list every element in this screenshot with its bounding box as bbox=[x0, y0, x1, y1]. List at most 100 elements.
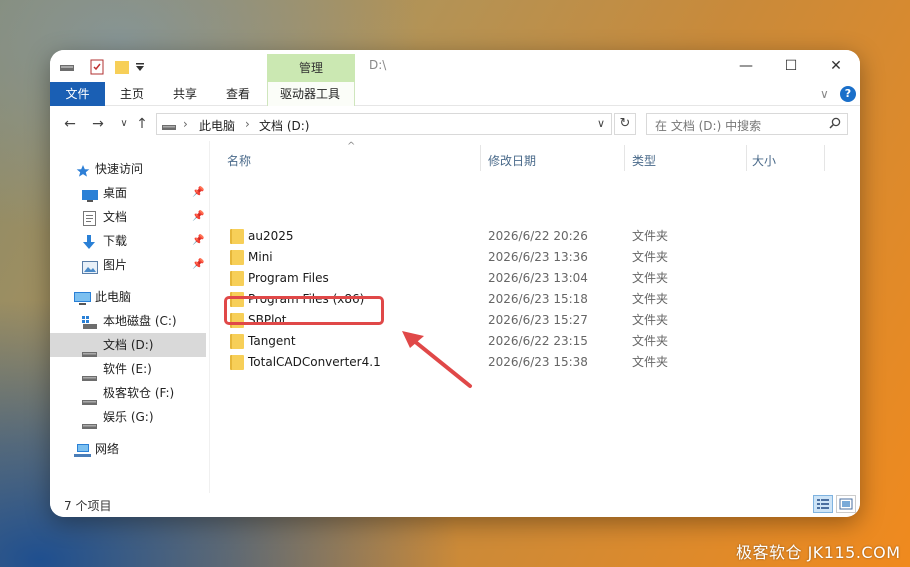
properties-icon[interactable] bbox=[90, 59, 104, 75]
watermark: 极客软仓 JK115.COM bbox=[736, 543, 901, 562]
item-count: 7 个项目 bbox=[64, 499, 112, 513]
maximize-button[interactable]: ☐ bbox=[781, 56, 801, 76]
address-dropdown-icon[interactable]: ∨ bbox=[597, 117, 605, 130]
new-folder-icon[interactable] bbox=[115, 59, 129, 75]
customize-quick-access-icon[interactable] bbox=[136, 59, 144, 75]
folder-icon bbox=[230, 334, 244, 349]
column-divider[interactable] bbox=[624, 145, 625, 171]
large-icons-view-button[interactable] bbox=[836, 495, 856, 513]
picture-icon bbox=[82, 258, 98, 274]
sidebar-item-documents[interactable]: 文档 📌 bbox=[50, 205, 206, 229]
table-row[interactable]: Mini 2026/6/23 13:36 文件夹 bbox=[226, 247, 846, 268]
sort-ascending-icon: ^ bbox=[347, 141, 356, 152]
column-divider[interactable] bbox=[746, 145, 747, 171]
pin-icon[interactable]: 📌 bbox=[192, 253, 204, 277]
tab-drive-tools[interactable]: 驱动器工具 bbox=[280, 82, 340, 106]
sidebar-item-drive-d[interactable]: 文档 (D:) bbox=[50, 333, 206, 357]
sidebar-item-label: 软件 (E:) bbox=[103, 362, 152, 376]
tab-file[interactable]: 文件 bbox=[50, 82, 105, 106]
drive-icon bbox=[162, 120, 176, 134]
file-name: TotalCADConverter4.1 bbox=[248, 355, 381, 369]
recent-locations-icon[interactable]: ∨ bbox=[116, 115, 132, 133]
close-button[interactable]: ✕ bbox=[826, 56, 846, 76]
sidebar-item-label: 桌面 bbox=[103, 186, 128, 200]
expand-ribbon-icon[interactable]: ∨ bbox=[820, 82, 829, 106]
drive-icon bbox=[82, 414, 98, 429]
tab-home[interactable]: 主页 bbox=[120, 82, 144, 106]
star-icon bbox=[76, 162, 92, 177]
file-type: 文件夹 bbox=[632, 250, 669, 264]
column-header-name[interactable]: 名称 bbox=[227, 149, 251, 173]
file-type: 文件夹 bbox=[632, 334, 669, 348]
sidebar-item-label: 文档 bbox=[103, 210, 128, 224]
sidebar-item-drive-c[interactable]: 本地磁盘 (C:) bbox=[50, 309, 206, 333]
window-title: D:\ bbox=[369, 58, 387, 72]
navigation-pane: 快速访问 桌面 📌 文档 📌 下载 📌 图片 📌 此电脑 本地磁盘 (C:) 文… bbox=[50, 141, 210, 493]
sidebar-item-network[interactable]: 网络 bbox=[50, 437, 206, 461]
table-row[interactable]: au2025 2026/6/22 20:26 文件夹 bbox=[226, 226, 846, 247]
table-row[interactable]: Tangent 2026/6/22 23:15 文件夹 bbox=[226, 331, 846, 352]
back-button[interactable]: ← bbox=[62, 115, 78, 133]
sidebar-item-drive-e[interactable]: 软件 (E:) bbox=[50, 357, 206, 381]
ribbon-tabs: 文件 主页 共享 查看 驱动器工具 ∨ ? bbox=[50, 82, 860, 106]
sidebar-item-label: 此电脑 bbox=[95, 290, 132, 304]
folder-icon bbox=[230, 250, 244, 265]
tab-share[interactable]: 共享 bbox=[173, 82, 197, 106]
desktop-icon bbox=[82, 186, 98, 202]
file-type: 文件夹 bbox=[632, 271, 669, 285]
computer-icon bbox=[74, 290, 91, 305]
status-bar: 7 个项目 bbox=[50, 493, 860, 517]
column-divider[interactable] bbox=[480, 145, 481, 171]
sidebar-item-drive-g[interactable]: 娱乐 (G:) bbox=[50, 405, 206, 429]
column-header-date[interactable]: 修改日期 bbox=[488, 149, 536, 173]
search-input[interactable]: 在 文档 (D:) 中搜索 bbox=[646, 113, 848, 135]
breadcrumb-this-pc[interactable]: 此电脑 bbox=[199, 117, 235, 134]
file-date: 2026/6/23 13:36 bbox=[488, 250, 588, 264]
sidebar-item-drive-f[interactable]: 极客软仓 (F:) bbox=[50, 381, 206, 405]
breadcrumb-separator: › bbox=[183, 117, 188, 131]
sidebar-item-label: 文档 (D:) bbox=[103, 338, 154, 352]
column-header-type[interactable]: 类型 bbox=[632, 149, 656, 173]
large-icons-view-icon bbox=[839, 498, 853, 510]
pin-icon[interactable]: 📌 bbox=[192, 229, 204, 253]
search-icon bbox=[829, 117, 841, 132]
table-row[interactable]: Program Files 2026/6/23 13:04 文件夹 bbox=[226, 268, 846, 289]
refresh-button[interactable]: ↻ bbox=[614, 113, 636, 135]
sidebar-item-label: 本地磁盘 (C:) bbox=[103, 314, 177, 328]
sidebar-item-quick-access[interactable]: 快速访问 bbox=[50, 157, 206, 181]
sidebar-item-label: 图片 bbox=[103, 258, 128, 272]
table-row[interactable]: TotalCADConverter4.1 2026/6/23 15:38 文件夹 bbox=[226, 352, 846, 373]
sidebar-item-desktop[interactable]: 桌面 📌 bbox=[50, 181, 206, 205]
tab-view[interactable]: 查看 bbox=[226, 82, 250, 106]
breadcrumb-separator: › bbox=[245, 117, 250, 131]
download-icon bbox=[82, 234, 98, 249]
up-button[interactable]: ↑ bbox=[134, 115, 150, 133]
sidebar-item-label: 网络 bbox=[95, 442, 120, 456]
annotation-arrow-icon bbox=[402, 331, 472, 388]
minimize-button[interactable]: — bbox=[736, 56, 756, 76]
file-type: 文件夹 bbox=[632, 355, 669, 369]
address-bar[interactable]: › 此电脑 › 文档 (D:) ∨ bbox=[156, 113, 612, 135]
help-icon[interactable]: ? bbox=[840, 86, 856, 102]
column-header-size[interactable]: 大小 bbox=[752, 149, 776, 173]
pin-icon[interactable]: 📌 bbox=[192, 181, 204, 205]
document-icon bbox=[83, 210, 99, 226]
details-view-button[interactable] bbox=[813, 495, 833, 513]
sidebar-item-pictures[interactable]: 图片 📌 bbox=[50, 253, 206, 277]
sidebar-item-this-pc[interactable]: 此电脑 bbox=[50, 285, 206, 309]
drive-icon bbox=[60, 59, 74, 75]
system-drive-icon bbox=[82, 314, 98, 329]
folder-icon bbox=[230, 355, 244, 370]
breadcrumb-drive-d[interactable]: 文档 (D:) bbox=[259, 117, 309, 134]
sidebar-item-downloads[interactable]: 下载 📌 bbox=[50, 229, 206, 253]
pin-icon[interactable]: 📌 bbox=[192, 205, 204, 229]
forward-button[interactable]: → bbox=[90, 115, 106, 133]
details-view-icon bbox=[817, 499, 829, 509]
search-placeholder: 在 文档 (D:) 中搜索 bbox=[655, 119, 762, 133]
sidebar-item-label: 下载 bbox=[103, 234, 128, 248]
file-date: 2026/6/22 20:26 bbox=[488, 229, 588, 243]
manage-context-tab[interactable]: 管理 bbox=[267, 54, 355, 82]
file-type: 文件夹 bbox=[632, 313, 669, 327]
column-divider[interactable] bbox=[824, 145, 825, 171]
file-date: 2026/6/23 13:04 bbox=[488, 271, 588, 285]
